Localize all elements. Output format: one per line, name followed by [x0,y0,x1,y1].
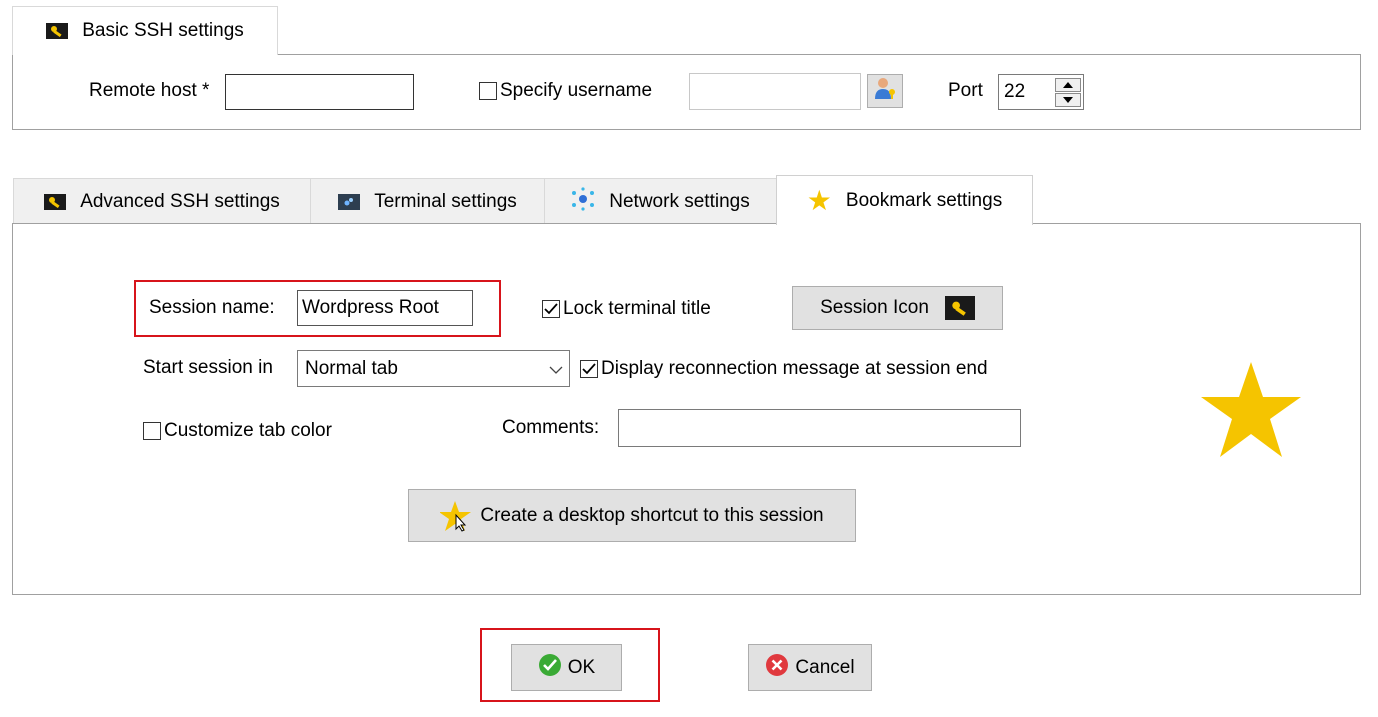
terminal-icon [338,193,361,210]
tab-label: Bookmark settings [845,189,1003,211]
session-icon-label: Session Icon [820,297,929,318]
username-input[interactable] [689,73,861,110]
tab-terminal-settings[interactable]: Terminal settings [310,178,545,224]
remote-host-label: Remote host * [89,80,210,101]
lock-terminal-title-label: Lock terminal title [563,298,711,319]
create-shortcut-label: Create a desktop shortcut to this sessio… [480,504,824,526]
tab-label: Basic SSH settings [82,20,244,41]
key-icon [44,193,67,210]
port-label: Port [948,80,983,101]
specify-username-checkbox[interactable]: Specify username [479,80,652,102]
start-session-value: Normal tab [305,358,398,379]
checkbox-box[interactable] [542,300,560,318]
arrow-down-icon [1063,97,1073,103]
tab-label: Advanced SSH settings [80,190,280,212]
chevron-down-icon [549,366,563,374]
ok-button[interactable]: OK [511,644,622,691]
display-reconnection-label: Display reconnection message at session … [601,358,988,379]
session-name-input[interactable] [297,290,473,326]
cancel-button[interactable]: Cancel [748,644,872,691]
lock-terminal-title-checkbox[interactable]: Lock terminal title [542,298,711,320]
check-icon [582,363,596,375]
tab-label: Terminal settings [374,190,517,212]
check-circle-icon [538,653,562,683]
tab-bookmark-settings[interactable]: ★ Bookmark settings [776,175,1033,225]
key-icon [46,23,69,39]
comments-input[interactable] [618,409,1021,447]
tab-advanced-ssh-settings[interactable]: Advanced SSH settings [13,178,311,224]
remote-host-input[interactable] [225,74,414,110]
port-spin-up[interactable] [1055,78,1081,92]
checkbox-box[interactable] [479,82,497,100]
cancel-label: Cancel [795,656,855,678]
network-icon [571,186,595,217]
bookmark-star-icon [1198,360,1304,466]
arrow-up-icon [1063,82,1073,88]
star-icon: ★ [806,184,832,216]
star-cursor-icon [439,500,472,532]
basic-settings-panel [12,54,1361,130]
customize-tab-color-checkbox[interactable]: Customize tab color [143,420,332,442]
active-tab-connector [777,222,1032,225]
tab-label: Network settings [609,190,750,212]
session-icon-button[interactable]: Session Icon [792,286,1003,330]
port-spin-down[interactable] [1055,93,1081,107]
key-icon [944,296,975,320]
tab-network-settings[interactable]: Network settings [544,178,777,224]
session-name-label: Session name: [149,297,275,318]
start-session-select[interactable]: Normal tab [297,350,570,387]
start-session-label: Start session in [143,357,273,378]
tab-basic-ssh-settings[interactable]: Basic SSH settings [12,6,278,55]
checkbox-box[interactable] [143,422,161,440]
display-reconnection-checkbox[interactable]: Display reconnection message at session … [580,358,988,380]
port-spinbox[interactable]: 22 [998,74,1084,110]
customize-tab-color-label: Customize tab color [164,420,332,441]
create-desktop-shortcut-button[interactable]: Create a desktop shortcut to this sessio… [408,489,856,542]
check-icon [544,303,558,315]
user-key-icon [872,76,898,106]
checkbox-box[interactable] [580,360,598,378]
cancel-circle-icon [765,653,789,683]
port-value[interactable]: 22 [1004,81,1025,103]
ok-label: OK [567,656,596,678]
user-key-button[interactable] [867,74,903,108]
comments-label: Comments: [502,417,600,438]
specify-username-label: Specify username [500,80,653,101]
